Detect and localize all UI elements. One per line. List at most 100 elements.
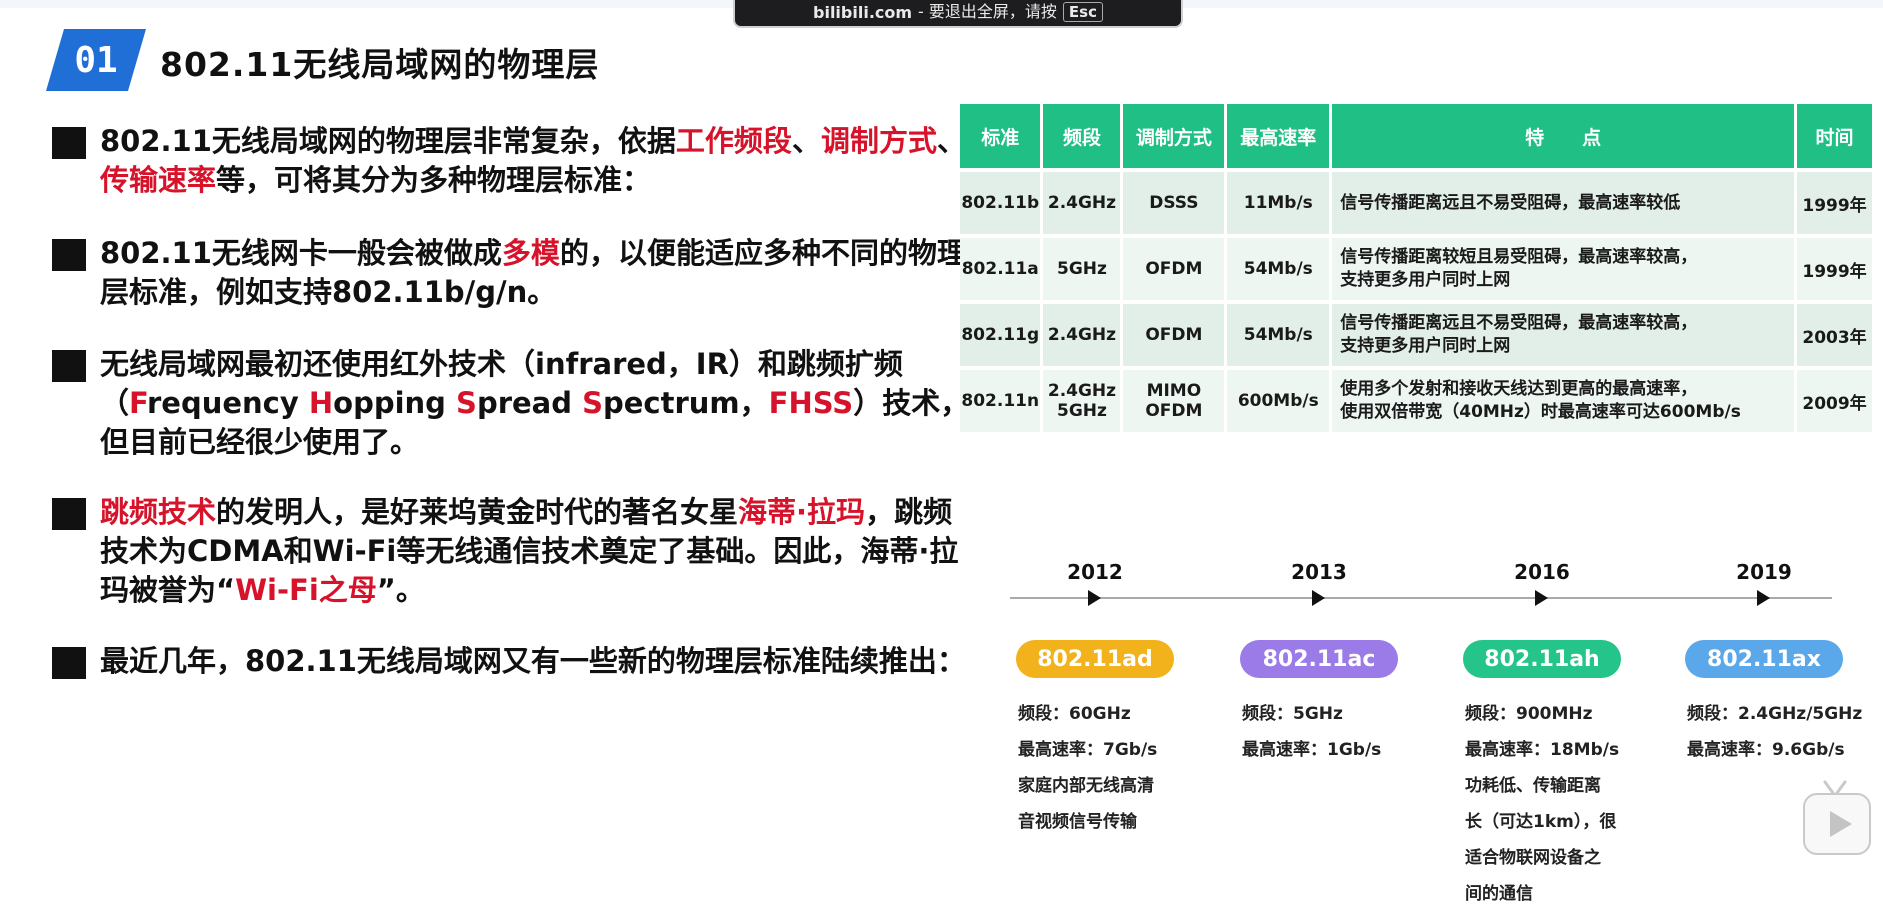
col-header: 调制方式 [1121, 104, 1228, 172]
table-cell: 信号传播距离远且不易受阻碍，最高速率较高， 支持更多用户同时上网 [1330, 302, 1798, 370]
description-line: 频段：2.4GHz/5GHz [1687, 704, 1863, 724]
standard-pill: 802.11ah [1463, 640, 1621, 678]
timeline-axis [1010, 597, 1832, 599]
table-cell: 2.4GHz 5GHz [1041, 368, 1124, 436]
standard-pill: 802.11ad [1016, 640, 1174, 678]
table-cell: 54Mb/s [1225, 302, 1333, 370]
highlight-text: 工作频段 [675, 124, 792, 158]
bullet-square-icon [52, 127, 86, 159]
highlight-text: S [456, 386, 477, 420]
table-cell: 5GHz [1041, 236, 1124, 304]
body-text: 802.11无线网卡一般会被做成 [100, 236, 502, 270]
bullet-square-icon [52, 647, 86, 679]
body-text: pread [476, 386, 583, 420]
bullet-text: 无线局域网最初还使用红外技术（infrared，IR）和跳频扩频（Frequen… [100, 345, 980, 462]
highlight-text: S [582, 386, 603, 420]
table-cell: 信号传播距离较短且易受阻碍，最高速率较高， 支持更多用户同时上网 [1330, 236, 1798, 304]
bullet-square-icon [52, 350, 86, 382]
page-title: 802.11无线局域网的物理层 [160, 45, 600, 84]
standard-description: 频段：60GHz 最高速率：7Gb/s 家庭内部无线高清 音视频信号传输 [1018, 696, 1157, 840]
standard-pill: 802.11ax [1685, 640, 1843, 678]
description-line: 适合物联网设备之 [1465, 848, 1601, 868]
table-cell: 2.4GHz [1041, 170, 1124, 238]
col-header: 特 点 [1330, 104, 1798, 172]
highlight-text: Wi-Fi之母 [235, 573, 377, 607]
standard-description: 频段：2.4GHz/5GHz 最高速率：9.6Gb/s [1687, 696, 1862, 768]
highlight-text: 调制方式 [820, 124, 937, 158]
timeline-arrow-icon [1535, 590, 1548, 606]
timeline-year: 2016 [1514, 560, 1570, 584]
highlight-text: H [308, 386, 334, 420]
table-cell: 802.11b [960, 170, 1044, 238]
standard-description: 频段：900MHz 最高速率：18Mb/s 功耗低、传输距离 长（可达1km），很 适合… [1465, 696, 1619, 912]
body-text: requency [146, 386, 309, 420]
col-header: 时间 [1795, 104, 1875, 172]
timeline-year: 2019 [1736, 560, 1792, 584]
timeline-year: 2012 [1067, 560, 1123, 584]
table-cell: 1999年 [1795, 170, 1875, 238]
highlight-text: F [129, 386, 147, 420]
fullscreen-exit-toast: bilibili.com - 要退出全屏，请按 Esc [733, 0, 1183, 28]
bullet-text: 最近几年，802.11无线局域网又有一些新的物理层标准陆续推出： [100, 642, 1050, 681]
body-text: pectrum， [602, 386, 769, 420]
table-cell: OFDM [1121, 302, 1228, 370]
body-text: ”。 [376, 573, 425, 607]
description-line: 频段：900MHz [1465, 704, 1593, 724]
bullet-text: 802.11无线局域网的物理层非常复杂，依据工作频段、调制方式、传输速率等，可将… [100, 122, 980, 200]
table-cell: 600Mb/s [1225, 368, 1333, 436]
body-text: 的发明人，是好莱坞黄金时代的著名女星 [216, 495, 739, 529]
description-line: 功耗低、传输距离 [1465, 776, 1601, 796]
table-row: 802.11a 5GHz OFDM 54Mb/s 信号传播距离较短且易受阻碍，最高速率较… [960, 236, 1875, 304]
table-row: 802.11g 2.4GHz OFDM 54Mb/s 信号传播距离远且不易受阻碍，最高速… [960, 302, 1875, 370]
col-header: 频段 [1041, 104, 1124, 172]
col-header: 最高速率 [1225, 104, 1333, 172]
tv-antenna-icon [1823, 780, 1847, 794]
timeline-arrow-icon [1757, 590, 1770, 606]
table-row: 802.11b 2.4GHz DSSS 11Mb/s 信号传播距离远且不易受阻碍，最高速… [960, 170, 1875, 238]
body-text: 802.11无线局域网的物理层非常复杂，依据 [100, 124, 676, 158]
table-cell: DSSS [1121, 170, 1228, 238]
timeline-arrow-icon [1088, 590, 1101, 606]
table-cell: MIMO OFDM [1121, 368, 1228, 436]
timeline-year: 2013 [1291, 560, 1347, 584]
description-line: 频段：5GHz [1242, 704, 1343, 724]
description-line: 家庭内部无线高清 [1018, 776, 1154, 796]
table-cell: 2.4GHz [1041, 302, 1124, 370]
esc-key-hint: Esc [1062, 2, 1103, 22]
description-line: 最高速率：9.6Gb/s [1687, 740, 1845, 760]
table-row: 802.11n 2.4GHz 5GHz MIMO OFDM 600Mb/s 使用多个发射和接… [960, 368, 1875, 436]
bullet-square-icon [52, 239, 86, 271]
table-cell: 802.11a [960, 236, 1044, 304]
table-cell: 使用多个发射和接收天线达到更高的最高速率， 使用双倍带宽（40MHz）时最高速率可… [1330, 368, 1798, 436]
bullet-square-icon [52, 498, 86, 530]
highlight-text: 跳频技术 [100, 495, 217, 529]
timeline-arrow-icon [1312, 590, 1325, 606]
toast-site: bilibili.com [813, 3, 913, 22]
body-text: 等，可将其分为多种物理层标准： [216, 163, 652, 197]
highlight-text: 海蒂·拉玛 [738, 495, 866, 529]
description-line: 长（可达1km），很 [1465, 812, 1617, 832]
table-cell: 信号传播距离远且不易受阻碍，最高速率较低 [1330, 170, 1798, 238]
table-cell: 11Mb/s [1225, 170, 1333, 238]
description-line: 最高速率：7Gb/s [1018, 740, 1158, 760]
table-cell: 2009年 [1795, 368, 1875, 436]
standards-table: 标准 频段 调制方式 最高速率 特 点 时间 802.11b 2.4GHz DSSS… [960, 104, 1875, 436]
table-cell: 54Mb/s [1225, 236, 1333, 304]
description-line: 音视频信号传输 [1018, 812, 1137, 832]
section-badge: 01 [46, 29, 146, 91]
description-line: 频段：60GHz [1018, 704, 1131, 724]
play-button[interactable] [1803, 793, 1871, 855]
standard-pill: 802.11ac [1240, 640, 1398, 678]
table-cell: 1999年 [1795, 236, 1875, 304]
col-header: 标准 [960, 104, 1044, 172]
highlight-text: 多模 [501, 236, 560, 270]
toast-message: - 要退出全屏，请按 [918, 2, 1057, 21]
table-cell: 2003年 [1795, 302, 1875, 370]
description-line: 间的通信 [1465, 884, 1533, 904]
highlight-text: FHSS [768, 386, 854, 420]
section-number: 01 [74, 39, 118, 81]
description-line: 最高速率：1Gb/s [1242, 740, 1382, 760]
body-text: opping [333, 386, 457, 420]
table-header-row: 标准 频段 调制方式 最高速率 特 点 时间 [960, 104, 1875, 172]
bullet-text: 跳频技术的发明人，是好莱坞黄金时代的著名女星海蒂·拉玛，跳频技术为CDMA和Wi… [100, 493, 980, 610]
